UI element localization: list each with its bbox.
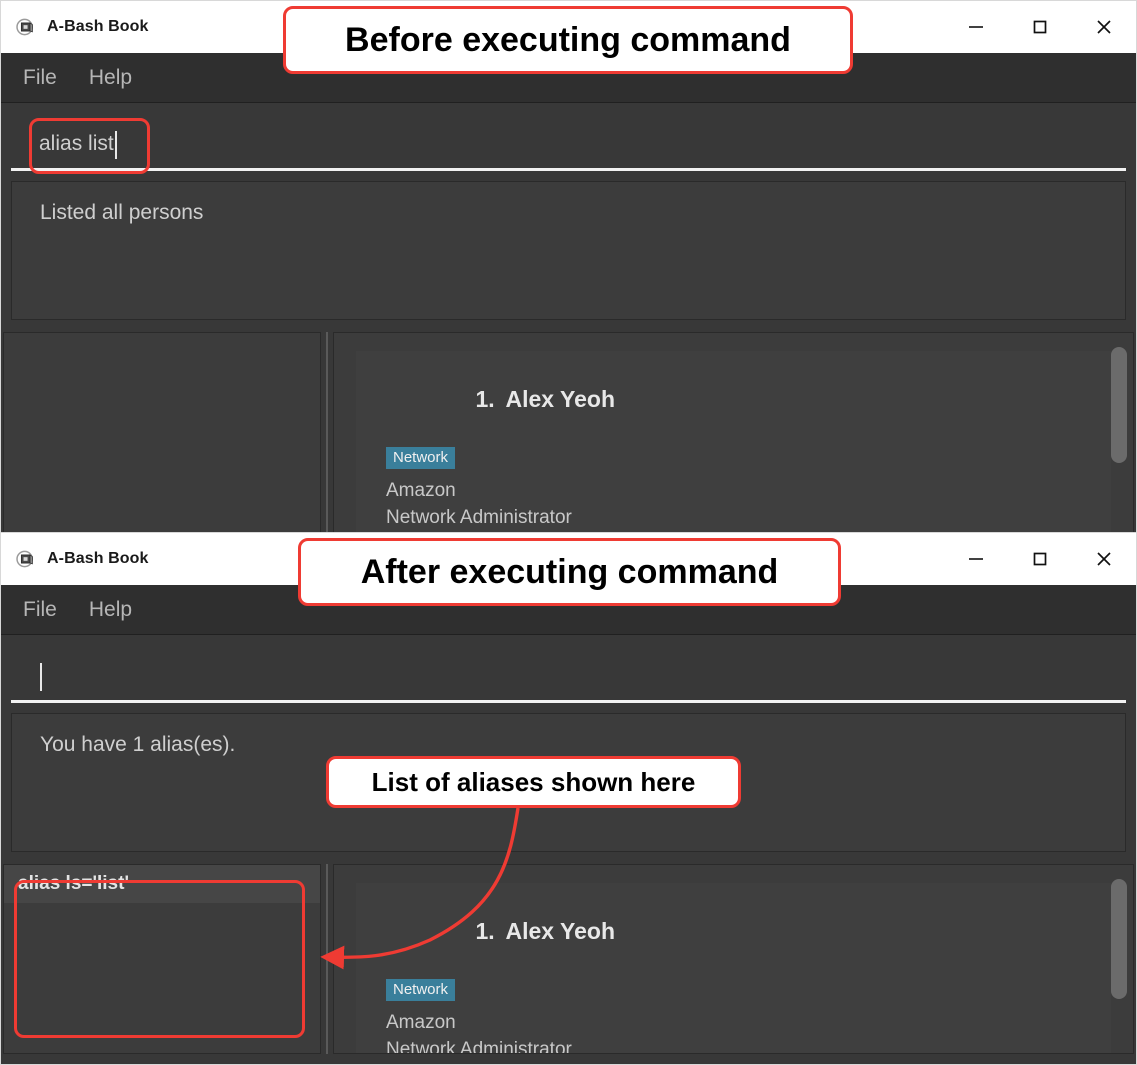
menu-item-help[interactable]: Help bbox=[89, 599, 132, 620]
command-input-after[interactable] bbox=[11, 651, 1126, 703]
screenshot-stage: A-Bash Book File Help alias list Listed … bbox=[0, 0, 1137, 1065]
annotation-callout-before: Before executing command bbox=[283, 6, 853, 74]
close-button-after[interactable] bbox=[1072, 533, 1136, 585]
alias-panel-after[interactable]: alias ls='list' bbox=[3, 864, 321, 1054]
menu-item-file[interactable]: File bbox=[23, 599, 57, 620]
app-book-icon bbox=[16, 18, 33, 36]
alias-list-item[interactable]: alias ls='list' bbox=[4, 865, 320, 903]
maximize-button-after[interactable] bbox=[1008, 533, 1072, 585]
scrollbar-before[interactable] bbox=[1111, 347, 1127, 527]
close-button-before[interactable] bbox=[1072, 1, 1136, 53]
person-list-panel-before[interactable]: 1. Alex Yeoh Network Amazon Network Admin… bbox=[333, 332, 1134, 539]
window-title-after: A-Bash Book bbox=[47, 550, 149, 567]
text-caret bbox=[40, 662, 42, 691]
minimize-icon bbox=[969, 558, 983, 560]
maximize-button-before[interactable] bbox=[1008, 1, 1072, 53]
person-name: Alex Yeoh bbox=[505, 386, 615, 412]
result-message: You have 1 alias(es). bbox=[40, 733, 236, 756]
person-card[interactable]: 1. Alex Yeoh Network Amazon Network Admin… bbox=[356, 351, 1111, 539]
person-list-panel-after[interactable]: 1. Alex Yeoh Network Amazon Network Admin… bbox=[333, 864, 1134, 1054]
person-job: Network Administrator bbox=[386, 1038, 572, 1054]
pane-divider-before[interactable] bbox=[321, 332, 333, 539]
person-card-header: 1. Alex Yeoh bbox=[386, 365, 1111, 434]
result-area-before: Listed all persons bbox=[1, 171, 1136, 320]
command-input-value: alias list bbox=[39, 132, 114, 155]
app-book-icon bbox=[16, 550, 33, 568]
window-controls-before bbox=[944, 1, 1136, 53]
command-area-after bbox=[1, 635, 1136, 703]
minimize-button-after[interactable] bbox=[944, 533, 1008, 585]
command-area-before: alias list bbox=[1, 103, 1136, 171]
menu-item-file[interactable]: File bbox=[23, 67, 57, 88]
close-icon bbox=[1097, 20, 1111, 34]
person-company: Amazon bbox=[386, 1012, 456, 1033]
annotation-callout-after: After executing command bbox=[298, 538, 841, 606]
split-panes-before: 1. Alex Yeoh Network Amazon Network Admin… bbox=[1, 332, 1136, 539]
scrollbar-after[interactable] bbox=[1111, 879, 1127, 1053]
minimize-icon bbox=[969, 26, 983, 28]
window-body-before: alias list Listed all persons 1. Alex Yeo… bbox=[1, 103, 1136, 539]
person-job: Network Administrator bbox=[386, 506, 572, 528]
person-index: 1. bbox=[475, 918, 495, 944]
person-index: 1. bbox=[475, 386, 495, 412]
person-tag: Network bbox=[386, 447, 456, 469]
person-card-header: 1. Alex Yeoh bbox=[386, 897, 1111, 966]
result-message: Listed all persons bbox=[40, 201, 204, 224]
person-tag: Network bbox=[386, 979, 456, 1001]
alias-list-after: alias ls='list' bbox=[4, 865, 320, 903]
result-display-before: Listed all persons bbox=[11, 181, 1126, 320]
person-name: Alex Yeoh bbox=[505, 918, 615, 944]
maximize-icon bbox=[1033, 552, 1047, 566]
text-caret bbox=[114, 130, 117, 159]
window-body-after: You have 1 alias(es). alias ls='list' 1.… bbox=[1, 635, 1136, 1054]
command-input-before[interactable]: alias list bbox=[11, 119, 1126, 171]
alias-panel-before[interactable] bbox=[3, 332, 321, 539]
window-controls-after bbox=[944, 533, 1136, 585]
minimize-button-before[interactable] bbox=[944, 1, 1008, 53]
close-icon bbox=[1097, 552, 1111, 566]
app-window-before: A-Bash Book File Help alias list Listed … bbox=[0, 0, 1137, 540]
scrollbar-thumb[interactable] bbox=[1111, 879, 1127, 999]
pane-divider-after[interactable] bbox=[321, 864, 333, 1054]
menu-item-help[interactable]: Help bbox=[89, 67, 132, 88]
scrollbar-thumb[interactable] bbox=[1111, 347, 1127, 463]
maximize-icon bbox=[1033, 20, 1047, 34]
person-company: Amazon bbox=[386, 480, 456, 501]
split-panes-after: alias ls='list' 1. Alex Yeoh Network Amaz… bbox=[1, 864, 1136, 1054]
person-card[interactable]: 1. Alex Yeoh Network Amazon Network Admin… bbox=[356, 883, 1111, 1054]
window-title-before: A-Bash Book bbox=[47, 18, 149, 35]
annotation-callout-alias-list: List of aliases shown here bbox=[326, 756, 741, 808]
